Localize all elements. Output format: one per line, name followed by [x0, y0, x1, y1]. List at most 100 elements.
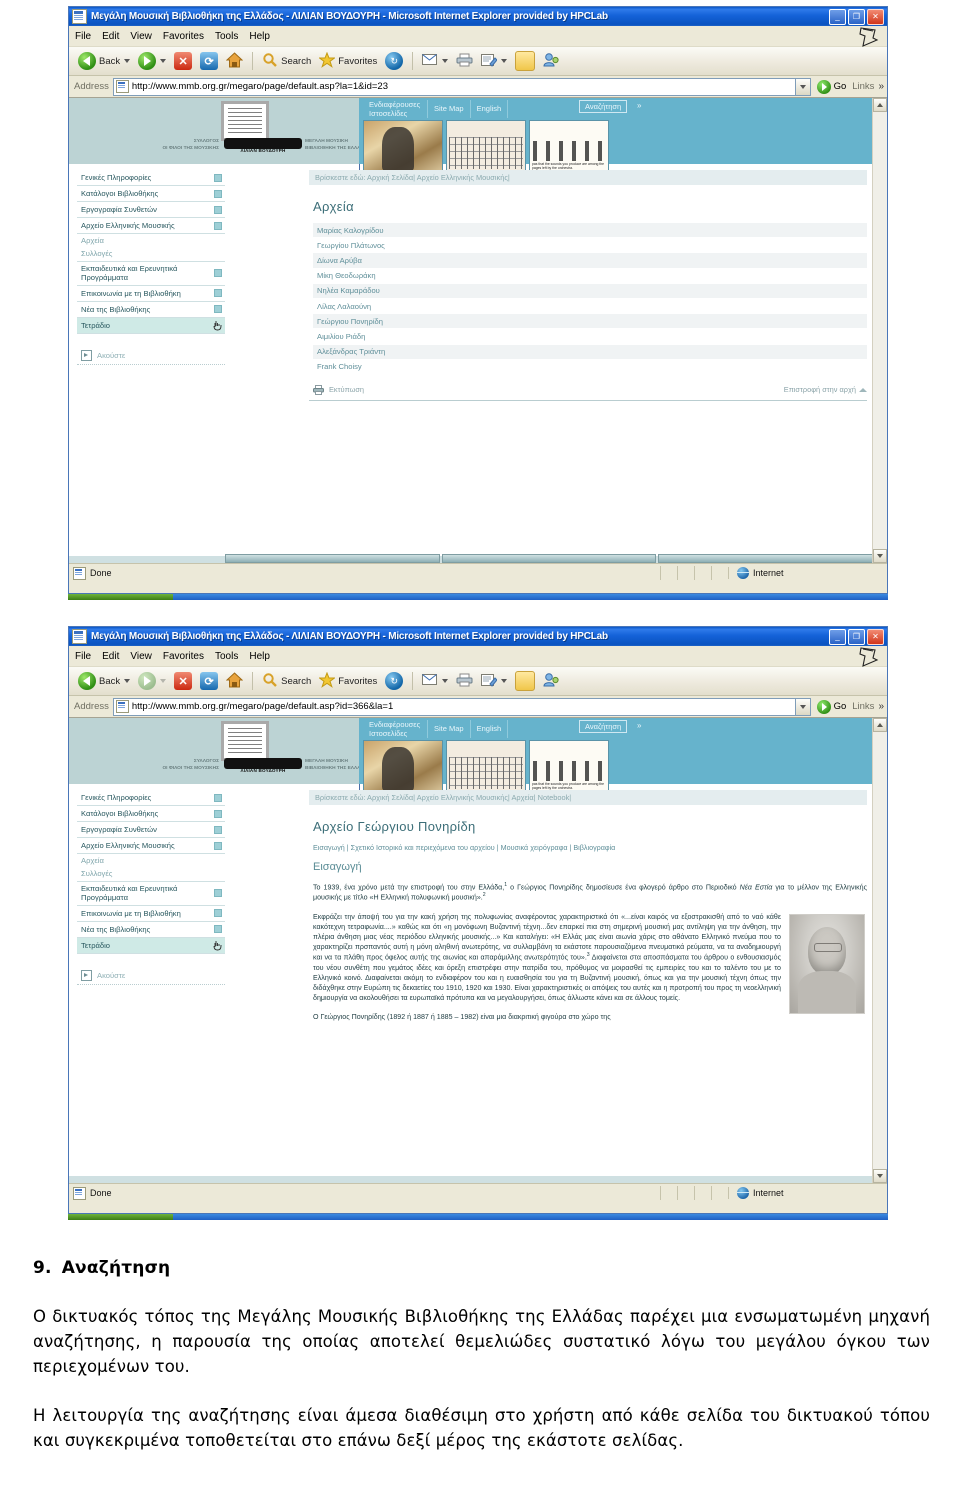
- mail-button[interactable]: [419, 51, 451, 71]
- print-button[interactable]: [453, 51, 476, 72]
- list-item[interactable]: Γεωργίου Πλάτωνος: [313, 238, 867, 254]
- scroll-up-button[interactable]: [873, 98, 887, 112]
- menu-item-edit[interactable]: Edit: [102, 651, 119, 662]
- address-dropdown-icon[interactable]: [794, 77, 811, 96]
- sidebar-item-greek-music-archive[interactable]: Αρχείο Ελληνικής Μουσικής: [77, 218, 225, 234]
- address-dropdown-icon[interactable]: [794, 697, 811, 716]
- mail-button[interactable]: [419, 671, 451, 691]
- nav-english[interactable]: English: [471, 720, 509, 738]
- home-button[interactable]: [223, 50, 246, 73]
- expand-box-icon[interactable]: [214, 793, 222, 802]
- list-item[interactable]: Αιμιλίου Ριάδη: [313, 329, 867, 345]
- minimize-button[interactable]: _: [829, 8, 846, 25]
- sidebar-item-works[interactable]: Εργογραφία Συνθετών: [77, 202, 225, 218]
- list-item[interactable]: Αλεξάνδρας Τριάντη: [313, 344, 867, 360]
- search-box-button[interactable]: Αναζήτηση: [579, 100, 628, 113]
- scroll-down-button[interactable]: [873, 1169, 887, 1183]
- vertical-scrollbar[interactable]: [872, 98, 887, 563]
- vertical-scrollbar[interactable]: [872, 718, 887, 1183]
- sidebar-item-educational-programmes[interactable]: Εκπαιδευτικά και Ερευνητικά Προγράμματα: [77, 882, 225, 906]
- edit-dropdown-icon[interactable]: [501, 59, 508, 63]
- print-label[interactable]: Εκτύπωση: [329, 385, 364, 394]
- sidebar-subitem-collections[interactable]: Συλλογές: [77, 247, 225, 262]
- sidebar-item-news[interactable]: Νέα της Βιβλιοθήκης: [77, 302, 225, 318]
- nav-site-map[interactable]: Site Map: [428, 720, 471, 738]
- print-button[interactable]: [453, 671, 476, 692]
- favorites-button[interactable]: Favorites: [316, 50, 380, 73]
- footnote-ref-2[interactable]: 2: [483, 892, 486, 898]
- links-label[interactable]: Links: [852, 81, 874, 92]
- maximize-button[interactable]: ❐: [848, 628, 865, 645]
- maximize-button[interactable]: ❐: [848, 8, 865, 25]
- edit-dropdown-icon[interactable]: [501, 679, 508, 683]
- back-button[interactable]: Back: [75, 50, 133, 72]
- expand-box-icon[interactable]: [214, 809, 222, 818]
- history-button[interactable]: ↻: [382, 50, 406, 72]
- list-item[interactable]: Μίκη Θεοδωράκη: [313, 269, 867, 284]
- history-button[interactable]: ↻: [382, 670, 406, 692]
- scroll-up-button[interactable]: [873, 718, 887, 732]
- minimize-button[interactable]: _: [829, 628, 846, 645]
- search-chevron-icon[interactable]: »: [637, 101, 641, 110]
- nav-english[interactable]: English: [471, 100, 509, 118]
- messenger-button[interactable]: [540, 50, 562, 72]
- sidebar-item-contact[interactable]: Επικοινωνία με τη Βιβλιοθήκη: [77, 286, 225, 302]
- sidebar-item-greek-music-archive[interactable]: Αρχείο Ελληνικής Μουσικής: [77, 838, 225, 854]
- expand-box-icon[interactable]: [214, 909, 222, 918]
- list-item[interactable]: Frank Choisy: [313, 360, 867, 375]
- mail-dropdown-icon[interactable]: [442, 679, 449, 683]
- list-item[interactable]: Δίωνα Αρύβα: [313, 253, 867, 269]
- links-chevron-icon[interactable]: »: [878, 81, 884, 92]
- expand-box-icon[interactable]: [214, 173, 222, 182]
- refresh-button[interactable]: ⟳: [197, 50, 221, 72]
- list-item[interactable]: Μαρίας Καλογρίδου: [313, 223, 867, 239]
- sidebar-item-general-info[interactable]: Γενικές Πληροφορίες: [77, 170, 225, 186]
- expand-box-icon[interactable]: [214, 189, 222, 198]
- close-button[interactable]: ✕: [867, 628, 884, 645]
- nav-interesting-sites[interactable]: Ενδιαφέρουσες Ιστοσελίδες: [363, 100, 428, 118]
- expand-box-icon[interactable]: [214, 269, 222, 278]
- discuss-button[interactable]: [512, 49, 538, 73]
- menu-item-help[interactable]: Help: [249, 31, 270, 42]
- sidebar-item-catalogues[interactable]: Κατάλογοι Βιβλιοθήκης: [77, 186, 225, 202]
- expand-box-icon[interactable]: [214, 221, 222, 230]
- sidebar-subitem-archives[interactable]: Αρχεία: [77, 854, 225, 867]
- listen-button[interactable]: Ακούστε: [77, 348, 225, 365]
- menu-item-view[interactable]: View: [130, 31, 152, 42]
- sidebar-item-general-info[interactable]: Γενικές Πληροφορίες: [77, 790, 225, 806]
- menu-item-view[interactable]: View: [130, 651, 152, 662]
- list-item[interactable]: Νηλέα Καμαράδου: [313, 283, 867, 299]
- menu-item-file[interactable]: File: [75, 31, 91, 42]
- sidebar-item-news[interactable]: Νέα της Βιβλιοθήκης: [77, 922, 225, 938]
- close-button[interactable]: ✕: [867, 8, 884, 25]
- back-button[interactable]: Back: [75, 670, 133, 692]
- list-item[interactable]: Λίλας Λαλαούνη: [313, 299, 867, 315]
- menu-item-file[interactable]: File: [75, 651, 91, 662]
- expand-box-icon[interactable]: [214, 205, 222, 214]
- home-button[interactable]: [223, 670, 246, 693]
- expand-box-icon[interactable]: [214, 289, 222, 298]
- edit-button[interactable]: [478, 51, 510, 72]
- sidebar-item-works[interactable]: Εργογραφία Συνθετών: [77, 822, 225, 838]
- menu-item-tools[interactable]: Tools: [215, 651, 238, 662]
- scroll-down-button[interactable]: [873, 549, 887, 563]
- sidebar-item-contact[interactable]: Επικοινωνία με τη Βιβλιοθήκη: [77, 906, 225, 922]
- sidebar-subitem-archives[interactable]: Αρχεία: [77, 234, 225, 247]
- sidebar-item-educational-programmes[interactable]: Εκπαιδευτικά και Ερευνητικά Προγράμματα: [77, 262, 225, 286]
- expand-box-icon[interactable]: [214, 889, 222, 898]
- forward-button[interactable]: [135, 50, 169, 72]
- back-dropdown-icon[interactable]: [124, 679, 131, 683]
- expand-box-icon[interactable]: [214, 825, 222, 834]
- menu-item-tools[interactable]: Tools: [215, 31, 238, 42]
- stop-button[interactable]: ✕: [171, 50, 195, 72]
- stop-button[interactable]: ✕: [171, 670, 195, 692]
- back-to-top-link[interactable]: Επιστροφή στην αρχή: [784, 385, 867, 394]
- footnote-ref-1[interactable]: 1: [504, 882, 507, 888]
- footnote-ref-3[interactable]: 3: [587, 952, 590, 958]
- address-input[interactable]: http://www.mmb.org.gr/megaro/page/defaul…: [112, 77, 795, 96]
- section-tabs[interactable]: Εισαγωγή | Σχετικό Ιστορικό και περιεχόμ…: [313, 843, 867, 852]
- frame-resize-bars[interactable]: [225, 554, 874, 563]
- edit-button[interactable]: [478, 671, 510, 692]
- search-chevron-icon[interactable]: »: [637, 721, 641, 730]
- search-button[interactable]: Search: [259, 50, 314, 73]
